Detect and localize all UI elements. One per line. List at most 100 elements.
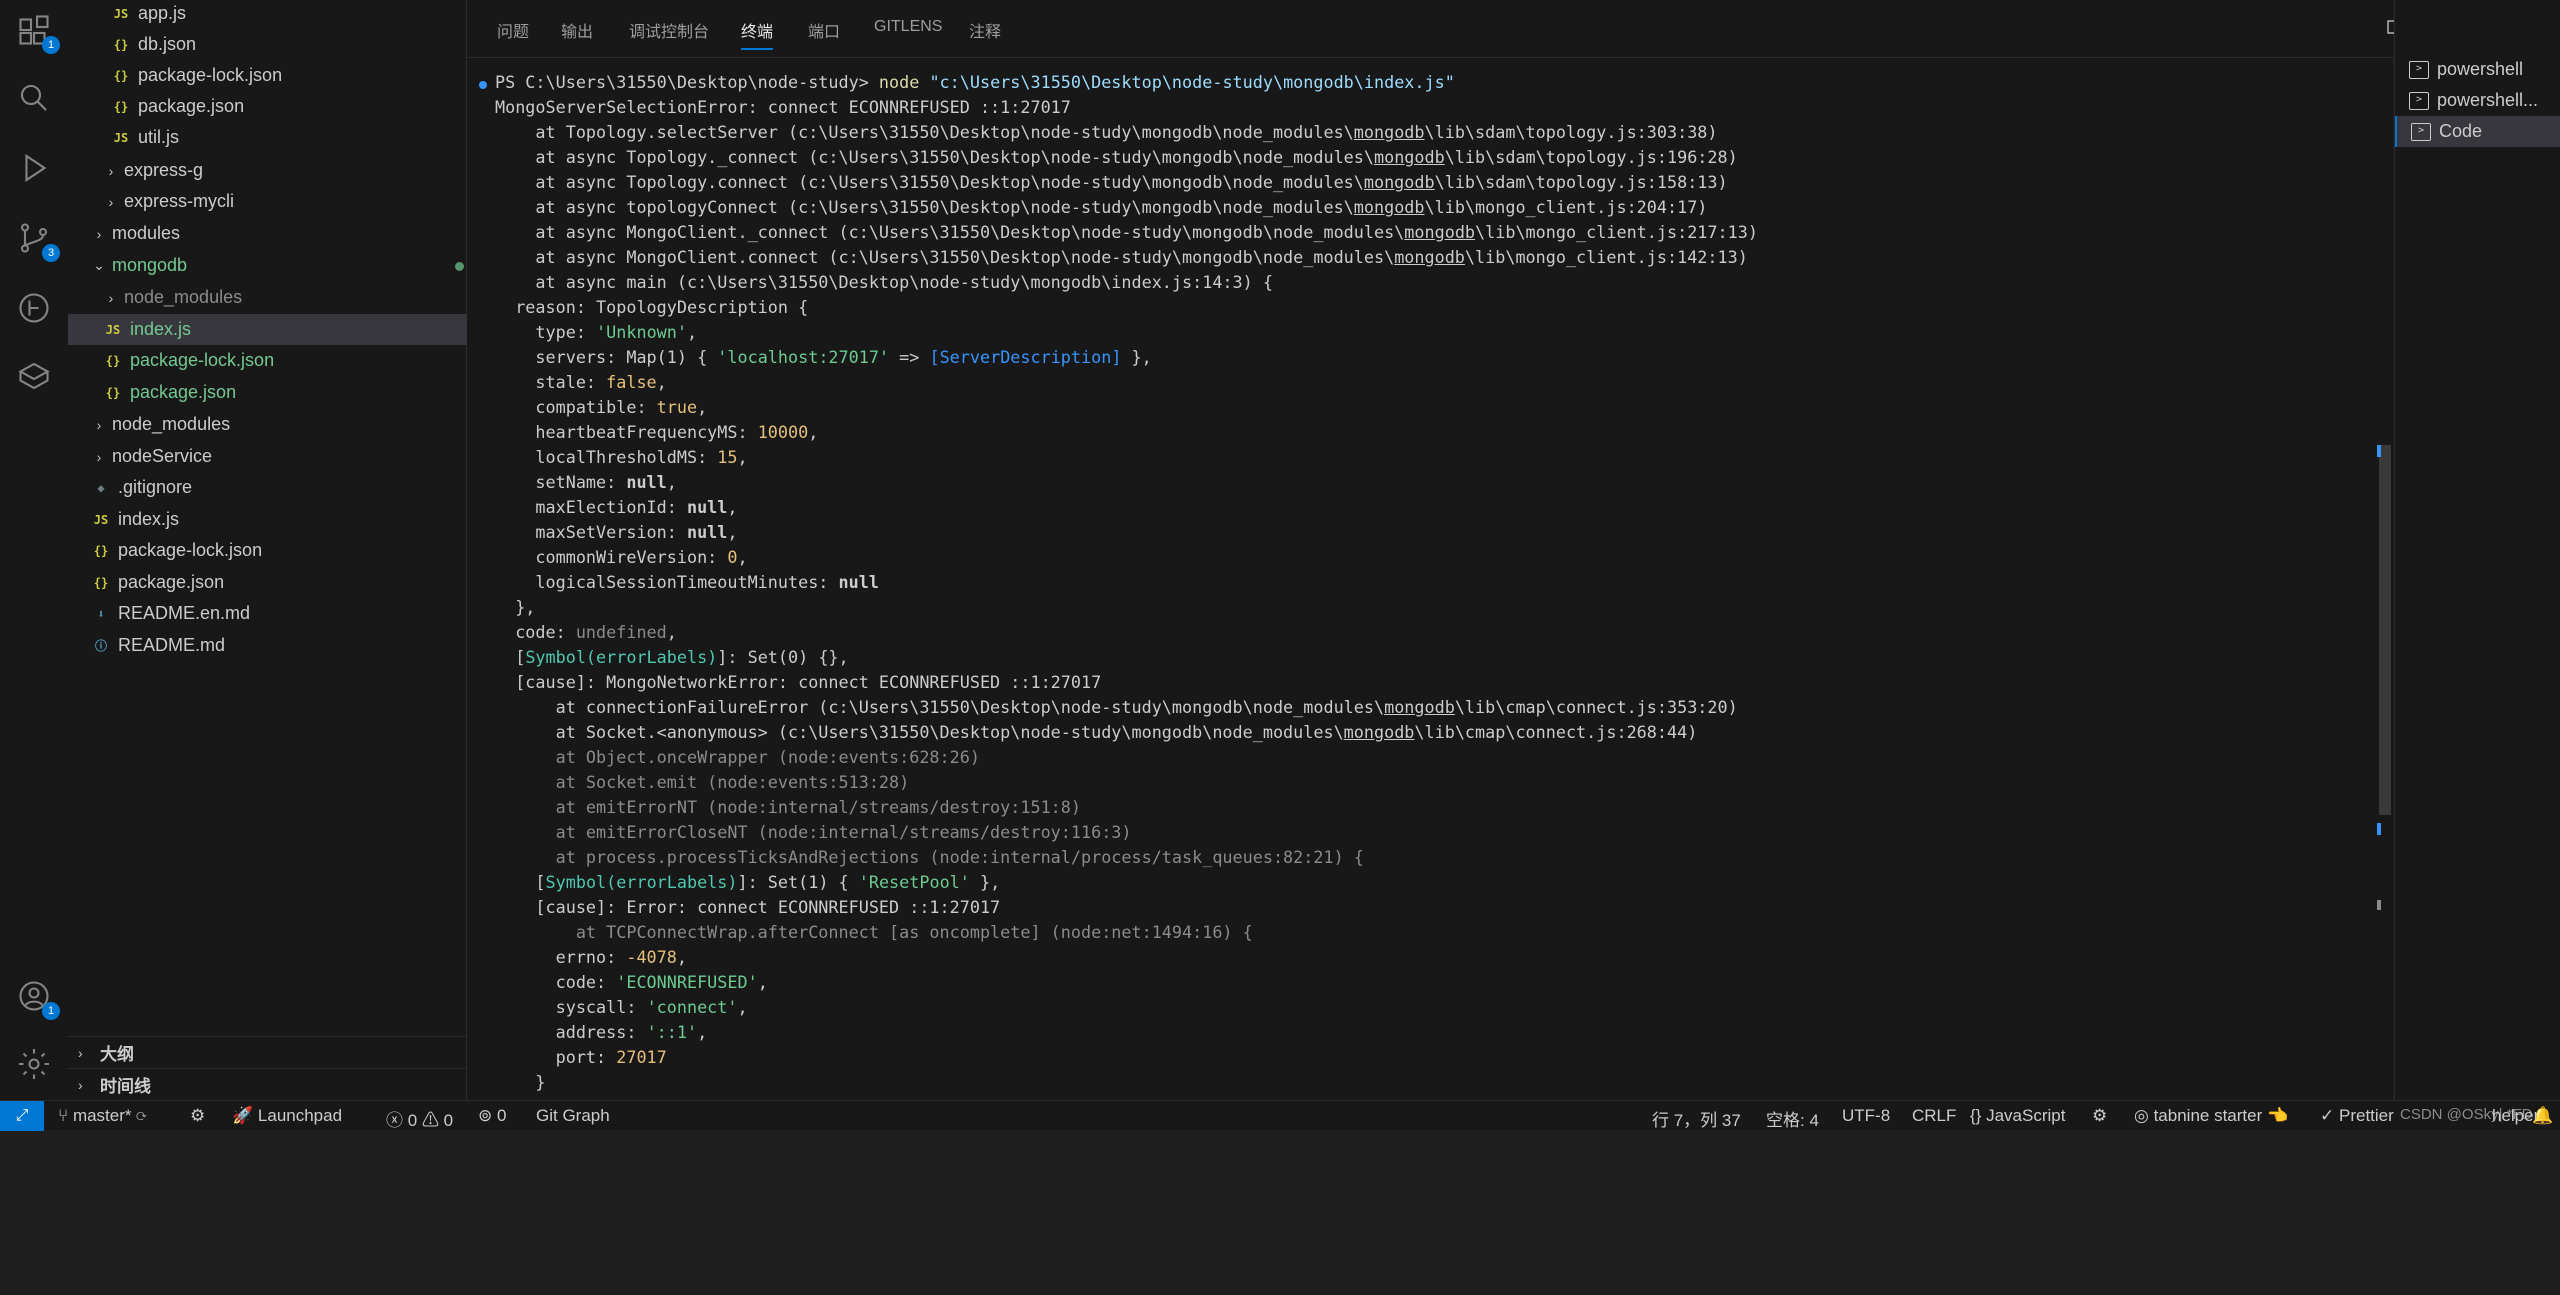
timeline-section[interactable]: › 时间线 bbox=[68, 1068, 466, 1100]
terminal-line: localThresholdMS: 15, bbox=[495, 447, 748, 467]
tree-file-selected[interactable]: JSindex.jsU bbox=[68, 314, 502, 345]
bell-icon[interactable]: 🔔 bbox=[2532, 1106, 2553, 1126]
braces-icon: {} bbox=[1970, 1106, 1982, 1125]
git-graph-button[interactable]: Git Graph bbox=[536, 1106, 610, 1126]
git-icon[interactable]: ⚙ bbox=[190, 1106, 205, 1126]
account-icon[interactable]: 1 bbox=[14, 976, 60, 1020]
tree-folder[interactable]: › express-mycli bbox=[68, 186, 502, 217]
terminal-item-powershell-1[interactable]: > powershell bbox=[2395, 54, 2560, 85]
terminal-line: code: 'ECONNREFUSED', bbox=[495, 972, 768, 992]
tab-terminal[interactable]: 终端 bbox=[741, 18, 774, 50]
launchpad-item[interactable]: 🚀 Launchpad bbox=[232, 1106, 342, 1126]
tree-file[interactable]: JS app.js bbox=[68, 0, 510, 29]
json-file-icon: {} bbox=[93, 575, 109, 590]
tree-folder[interactable]: › express-g bbox=[68, 155, 502, 186]
tree-file[interactable]: {} db.json bbox=[68, 29, 510, 60]
branch-indicator[interactable]: ⑂ master* ⟳ bbox=[58, 1106, 146, 1126]
chevron-right-icon: › bbox=[108, 289, 114, 306]
language-mode[interactable]: {} JavaScript bbox=[1970, 1106, 2065, 1126]
tree-label: modules bbox=[112, 223, 181, 243]
status-bar: ⤢ ⑂ master* ⟳ ⚙ 🚀 Launchpad ⓧ 0 ⚠ 0 ⊚ 0 … bbox=[0, 1100, 2560, 1131]
terminal-line: at Socket.<anonymous> (c:\Users\31550\De… bbox=[495, 722, 1698, 742]
gitlens-icon[interactable] bbox=[14, 288, 54, 328]
section-label: 大纲 bbox=[100, 1045, 134, 1064]
terminal-item-code[interactable]: > Code bbox=[2395, 116, 2560, 147]
scroll-marker bbox=[2377, 823, 2381, 835]
terminal-line: heartbeatFrequencyMS: 10000, bbox=[495, 422, 819, 442]
tree-file[interactable]: JS util.js bbox=[68, 122, 510, 153]
error-icon: ⓧ bbox=[386, 1111, 403, 1130]
outline-section[interactable]: › 大纲 bbox=[68, 1036, 466, 1068]
line-ending[interactable]: CRLF bbox=[1912, 1106, 1956, 1126]
tree-file[interactable]: JS index.js bbox=[68, 504, 490, 535]
activity-bar: 1 3 1 bbox=[0, 0, 69, 1100]
extensions-icon[interactable] bbox=[14, 356, 54, 396]
terminal-item-label: Code bbox=[2439, 121, 2483, 141]
problems-indicator[interactable]: ⓧ 0 ⚠ 0 bbox=[386, 1106, 453, 1131]
terminal-line: } bbox=[495, 1072, 546, 1092]
scm-badge: 3 bbox=[42, 244, 60, 262]
terminal-scrollbar[interactable] bbox=[2379, 445, 2391, 815]
run-debug-icon[interactable] bbox=[14, 148, 54, 188]
search-icon[interactable] bbox=[14, 78, 54, 118]
indentation[interactable]: 空格: 4 bbox=[1766, 1106, 1819, 1131]
tree-file[interactable]: ◆ .gitignore bbox=[68, 472, 490, 503]
panel-tabs: 问题 输出 调试控制台 终端 端口 GITLENS 注释 bbox=[467, 0, 2403, 58]
tree-file[interactable]: {} package-lock.json bbox=[68, 60, 510, 91]
terminal-line: at async topologyConnect (c:\Users\31550… bbox=[495, 197, 1708, 217]
tab-debug-console[interactable]: 调试控制台 bbox=[629, 18, 709, 42]
json-file-icon: {} bbox=[93, 543, 109, 558]
tree-file[interactable]: {}package.jsonU bbox=[68, 377, 502, 408]
tree-folder[interactable]: › nodeService bbox=[68, 441, 490, 472]
explorer-tree: JS app.js {} db.json {} package-lock.json {… bbox=[68, 0, 502, 1100]
tree-label: .gitignore bbox=[118, 477, 193, 497]
tree-folder[interactable]: › node_modules bbox=[68, 282, 502, 313]
tree-label: express-g bbox=[124, 160, 204, 180]
js-file-icon: JS bbox=[93, 512, 109, 527]
tab-output[interactable]: 输出 bbox=[561, 18, 593, 42]
tab-problems[interactable]: 问题 bbox=[497, 18, 529, 42]
scroll-marker bbox=[2377, 900, 2381, 910]
tree-file[interactable]: {}package-lock.jsonU bbox=[68, 345, 502, 376]
terminal-line: type: 'Unknown', bbox=[495, 322, 698, 342]
tab-comments[interactable]: 注释 bbox=[969, 18, 1001, 42]
terminal-output[interactable]: PS C:\Users\31550\Desktop\node-study> no… bbox=[467, 70, 2367, 1100]
tree-file[interactable]: ⓘ README.md bbox=[68, 630, 490, 661]
terminal-line: at async Topology.connect (c:\Users\3155… bbox=[495, 172, 1728, 192]
tree-file[interactable]: {} package-lock.json bbox=[68, 535, 490, 566]
terminal-item-powershell-2[interactable]: > powershell... bbox=[2395, 85, 2560, 116]
section-label: 时间线 bbox=[100, 1077, 151, 1096]
rocket-icon: 🚀 bbox=[232, 1106, 254, 1125]
cursor-position[interactable]: 行 7，列 37 bbox=[1652, 1106, 1741, 1131]
ports-indicator[interactable]: ⊚ 0 bbox=[478, 1106, 506, 1126]
json-file-icon: {} bbox=[105, 353, 121, 368]
tree-folder[interactable]: › modules bbox=[68, 218, 490, 249]
encoding[interactable]: UTF-8 bbox=[1842, 1106, 1890, 1126]
tree-file[interactable]: {} package.json bbox=[68, 567, 490, 598]
explorer-icon[interactable]: 1 bbox=[14, 10, 60, 54]
tree-label: README.md bbox=[118, 635, 226, 655]
tree-file[interactable]: {} package.json bbox=[68, 91, 510, 122]
settings-gear-icon[interactable] bbox=[14, 1044, 54, 1084]
tabnine-item[interactable]: ◎ tabnine starter 👈 bbox=[2134, 1106, 2288, 1126]
tab-gitlens[interactable]: GITLENS bbox=[874, 18, 942, 36]
radio-tower-icon: ⊚ bbox=[478, 1106, 493, 1125]
prettier-item[interactable]: ✓ Prettier bbox=[2320, 1106, 2394, 1126]
copilot-icon[interactable]: ⚙ bbox=[2092, 1106, 2107, 1126]
terminal-line: PS C:\Users\31550\Desktop\node-study> no… bbox=[495, 72, 1455, 92]
tree-label: node_modules bbox=[112, 414, 231, 434]
remote-indicator-icon[interactable]: ⤢ bbox=[0, 1101, 44, 1131]
terminal-line: errno: -4078, bbox=[495, 947, 687, 967]
tree-folder-mongodb[interactable]: ⌄ mongodb bbox=[68, 250, 490, 281]
terminal-line: }, bbox=[495, 597, 536, 617]
chevron-right-icon: › bbox=[78, 1076, 83, 1093]
tree-file[interactable]: ⬇ README.en.md bbox=[68, 598, 490, 629]
account-badge: 1 bbox=[42, 1002, 60, 1020]
json-file-icon: {} bbox=[113, 68, 129, 83]
tree-folder[interactable]: › node_modules bbox=[68, 409, 490, 440]
terminal-line: servers: Map(1) { 'localhost:27017' => [… bbox=[495, 347, 1152, 367]
tab-ports[interactable]: 端口 bbox=[808, 18, 840, 42]
terminal-line: MongoServerSelectionError: connect ECONN… bbox=[495, 97, 1071, 117]
source-control-icon[interactable]: 3 bbox=[14, 218, 60, 262]
panel: 问题 输出 调试控制台 终端 端口 GITLENS 注释 ⌄ ⋯ ⌃ ✕ PS … bbox=[467, 0, 2549, 1100]
